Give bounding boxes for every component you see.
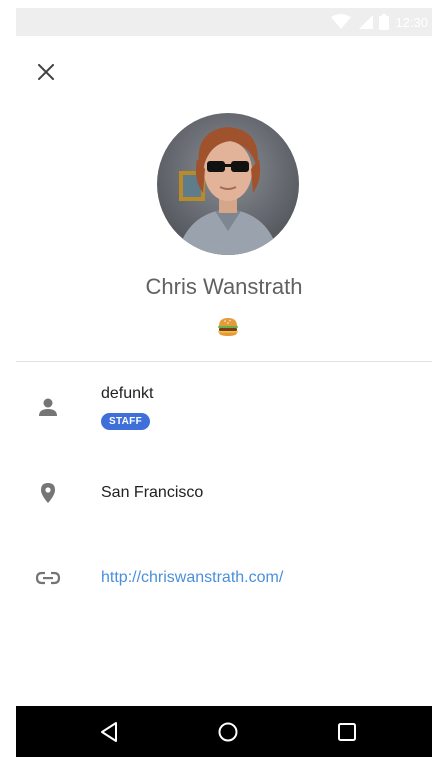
divider: [16, 361, 432, 362]
status-bar: 12:30: [16, 8, 432, 36]
recents-icon: [338, 723, 356, 741]
recents-button[interactable]: [334, 719, 360, 745]
website-link[interactable]: http://chriswanstrath.com/: [101, 569, 283, 587]
signal-icon: [359, 15, 374, 29]
avatar-photo: [157, 113, 299, 255]
home-icon: [218, 722, 238, 742]
close-icon: [38, 64, 54, 80]
status-emoji: [216, 315, 240, 339]
location-pin-icon: [36, 481, 60, 505]
battery-icon: [379, 14, 390, 30]
burger-icon: [218, 318, 238, 336]
username: defunkt: [101, 385, 154, 402]
profile-screen: 12:30 Chris Wanstrath defunkt STAFF San …: [16, 8, 432, 757]
link-icon: [36, 566, 60, 590]
back-button[interactable]: [96, 719, 122, 745]
close-button[interactable]: [30, 56, 62, 88]
wifi-icon: [331, 14, 352, 29]
staff-badge: STAFF: [101, 413, 150, 430]
home-button[interactable]: [215, 719, 241, 745]
navigation-bar: [16, 706, 432, 757]
back-icon: [101, 722, 117, 742]
person-icon: [36, 395, 60, 419]
profile-name: Chris Wanstrath: [145, 274, 303, 299]
status-time: 12:30: [395, 14, 428, 30]
status-icons: 12:30: [331, 8, 428, 36]
avatar: [157, 113, 299, 255]
location: San Francisco: [101, 484, 204, 501]
